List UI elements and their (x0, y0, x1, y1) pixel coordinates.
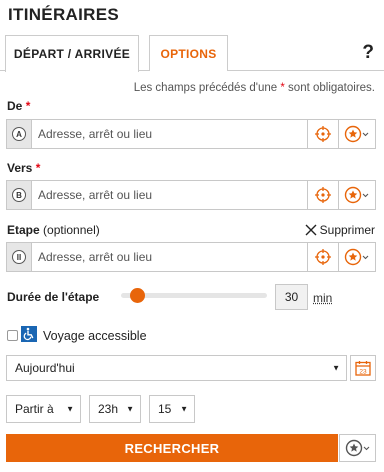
pin-stop-icon: II (12, 250, 26, 264)
from-favorite-button[interactable] (338, 120, 375, 148)
chevron-down-icon: ▼ (66, 404, 74, 414)
tab-options[interactable]: OPTIONS (149, 35, 228, 71)
star-icon (344, 125, 369, 143)
crosshair-icon (315, 187, 331, 203)
time-mode-select[interactable]: Partir à ▼ (6, 395, 81, 423)
pin-b-icon: B (12, 188, 26, 202)
calendar-button[interactable]: 23 (350, 355, 376, 381)
to-field: B (6, 180, 376, 210)
via-label: Etape (optionnel) (7, 223, 100, 237)
chevron-down-icon: ▼ (332, 363, 340, 373)
from-input[interactable] (32, 120, 307, 148)
stop-duration-unit: min (313, 291, 333, 305)
minute-select[interactable]: 15 ▼ (149, 395, 195, 423)
page-title: ITINÉRAIRES (8, 5, 119, 24)
star-icon (344, 248, 369, 266)
delete-via-label: Supprimer (319, 223, 375, 237)
close-icon (305, 224, 317, 236)
to-favorite-button[interactable] (338, 181, 375, 209)
mandatory-note-after: sont obligatoires. (284, 82, 375, 94)
from-label-text: De (7, 99, 23, 113)
mandatory-note-before: Les champs précédés d'une (133, 82, 281, 94)
star-icon (345, 439, 369, 457)
to-input[interactable] (32, 181, 307, 209)
via-field: II (6, 242, 376, 272)
time-mode-selected: Partir à (15, 402, 54, 416)
accessible-checkbox[interactable] (7, 330, 18, 341)
from-badge: A (7, 120, 32, 148)
chevron-down-icon: ▼ (126, 404, 134, 414)
search-favorite-button[interactable] (339, 434, 376, 462)
stop-duration-label: Durée de l'étape (7, 290, 100, 304)
tab-depart-arrivee[interactable]: DÉPART / ARRIVÉE (5, 35, 139, 72)
from-field: A (6, 119, 376, 149)
mandatory-note: Les champs précédés d'une * sont obligat… (134, 82, 375, 94)
stop-duration-slider-handle[interactable] (129, 288, 145, 303)
accessible-label: Voyage accessible (43, 329, 147, 343)
stop-duration-value[interactable]: 30 (275, 284, 308, 310)
date-selected: Aujourd'hui (15, 361, 75, 375)
hour-select[interactable]: 23h ▼ (89, 395, 141, 423)
calendar-icon: 23 (355, 361, 371, 376)
to-locate-button[interactable] (307, 181, 338, 209)
delete-via-button[interactable]: Supprimer (305, 223, 375, 237)
to-label: Vers * (7, 161, 40, 175)
via-favorite-button[interactable] (338, 243, 375, 271)
hour-selected: 23h (98, 402, 119, 416)
search-button[interactable]: RECHERCHER (6, 434, 338, 462)
to-required-star: * (35, 161, 41, 175)
wheelchair-icon (21, 326, 37, 342)
to-badge: B (7, 181, 32, 209)
svg-text:23: 23 (359, 368, 367, 375)
via-label-text: Etape (7, 223, 40, 237)
help-button[interactable]: ? (362, 42, 374, 64)
to-label-text: Vers (7, 161, 33, 175)
crosshair-icon (315, 126, 331, 142)
from-required-star: * (25, 99, 31, 113)
pin-a-icon: A (12, 127, 26, 141)
crosshair-icon (315, 249, 331, 265)
chevron-down-icon: ▼ (180, 404, 188, 414)
from-label: De * (7, 99, 30, 113)
via-input[interactable] (32, 243, 307, 271)
via-badge: II (7, 243, 32, 271)
via-locate-button[interactable] (307, 243, 338, 271)
date-select[interactable]: Aujourd'hui ▼ (6, 355, 347, 381)
minute-selected: 15 (158, 402, 172, 416)
from-locate-button[interactable] (307, 120, 338, 148)
via-optional-note: (optionnel) (43, 223, 100, 237)
star-icon (344, 186, 369, 204)
